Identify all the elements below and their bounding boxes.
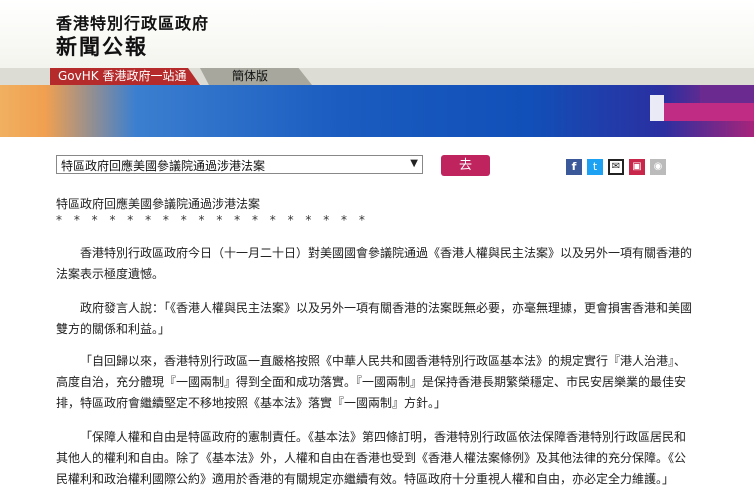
page-title: 新聞公報 xyxy=(56,35,148,59)
article-paragraph: 「保障人權和自由是特區政府的憲制責任。《基本法》第四條訂明，香港特別行政區依法保… xyxy=(56,430,687,486)
email-icon[interactable]: ✉ xyxy=(608,159,624,175)
banner-stripe xyxy=(664,103,754,121)
rss-icon[interactable]: ◉ xyxy=(650,159,666,175)
article-select-value: 特區政府回應美國參議院通過涉港法案 xyxy=(61,159,266,173)
article-paragraph: 「自回歸以來，香港特別行政區一直嚴格按照《中華人民共和國香港特別行政區基本法》的… xyxy=(56,354,687,410)
separator-stars: * * * * * * * * * * * * * * * * * * xyxy=(56,213,369,227)
banner-graphic xyxy=(0,85,754,137)
site-header: 香港特別行政區政府 新聞公報 xyxy=(0,0,754,68)
go-button[interactable]: 去 xyxy=(441,155,490,176)
facebook-icon[interactable]: f xyxy=(566,159,582,175)
article-subtitle: 特區政府回應美國參議院通過涉港法案 xyxy=(56,197,261,211)
top-nav: GovHK 香港政府一站通 簡体版 xyxy=(0,68,754,85)
govhk-link[interactable]: GovHK 香港政府一站通 xyxy=(50,68,200,85)
twitter-icon[interactable]: t xyxy=(587,159,603,175)
chevron-down-icon: ▼ xyxy=(410,158,418,169)
article-paragraph: 政府發言人說：「《香港人權與民主法案》以及另外一項有關香港的法案既無必要，亦毫無… xyxy=(56,301,693,336)
simplified-chinese-link[interactable]: 簡体版 xyxy=(200,68,312,85)
banner-stripe xyxy=(700,85,754,103)
banner-stripe xyxy=(650,95,664,121)
article-select[interactable]: 特區政府回應美國參議院通過涉港法案 ▼ xyxy=(56,155,423,174)
article-paragraph: 香港特別行政區政府今日（十一月二十日）對美國國會參議院通過《香港人權與民主法案》… xyxy=(56,246,693,281)
print-icon[interactable]: ▣ xyxy=(629,159,645,175)
